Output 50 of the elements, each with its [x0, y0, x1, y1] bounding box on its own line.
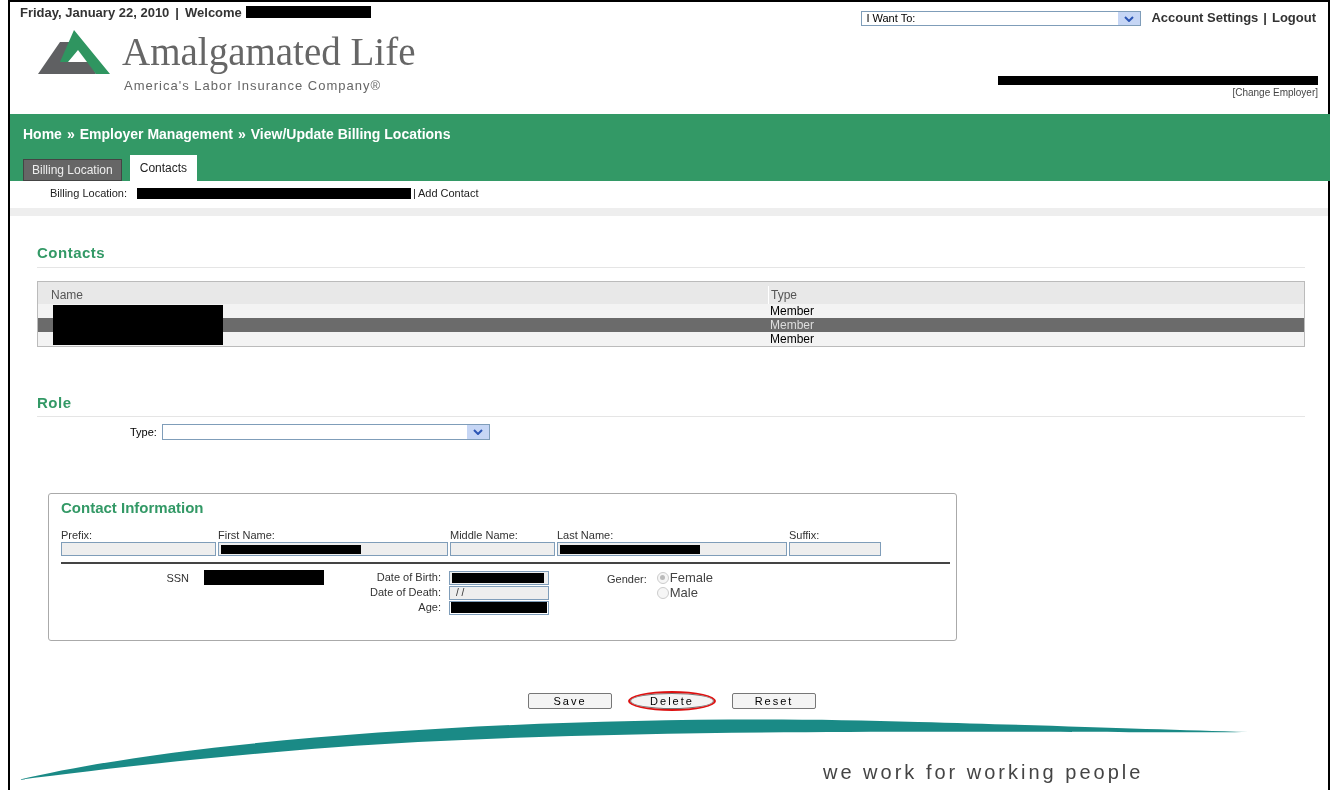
type-select[interactable] [161, 424, 490, 441]
separator-text: | [1263, 9, 1267, 27]
logo-name: Amalgamated Life [122, 30, 416, 74]
separator-text: | [175, 4, 179, 22]
age-label: Age: [418, 600, 441, 616]
i-want-to-select[interactable]: I Want To: [861, 11, 1142, 26]
column-header: Name [50, 286, 84, 304]
add-contact-link[interactable]: Add Contact [417, 184, 479, 202]
section-heading: Contact Information [61, 497, 205, 518]
tab[interactable]: Billing Location [23, 159, 122, 181]
field-label: Prefix: [61, 529, 94, 542]
action-button[interactable]: Delete [630, 692, 714, 709]
date-text: Friday, January 22, 2010 [20, 4, 170, 22]
footer-slogan: we work for working people [823, 760, 1144, 785]
gender-radio[interactable]: Female [656, 570, 714, 585]
billing-location-label: Billing Location: [50, 185, 128, 201]
separator-text: | [413, 185, 416, 201]
breadcrumb-link[interactable]: View/Update Billing Locations [250, 124, 451, 145]
column-header: Type [768, 285, 797, 304]
text-field[interactable] [557, 542, 787, 556]
change-employer-link[interactable]: [Change Employer] [1232, 85, 1318, 100]
field-label: First Name: [218, 529, 276, 542]
logout-link[interactable]: Logout [1271, 8, 1316, 28]
type-label: Type: [130, 425, 157, 440]
date-of-death-label: Date of Death: [370, 585, 441, 601]
ssn-label: SSN [166, 571, 189, 586]
action-button[interactable]: Save [528, 692, 612, 709]
gender-label: Gender: [607, 572, 647, 587]
section-heading: Contacts [37, 242, 1305, 268]
text-field[interactable] [218, 542, 448, 556]
welcome-text: Welcome [185, 4, 242, 22]
date-of-death-field[interactable]: / / [449, 585, 549, 600]
text-field[interactable] [450, 542, 555, 556]
breadcrumb-link[interactable]: Employer Management [79, 124, 233, 145]
action-button[interactable]: Reset [732, 692, 816, 709]
tab[interactable]: Contacts [129, 155, 198, 181]
text-field[interactable] [789, 542, 881, 556]
account-settings-link[interactable]: Account Settings [1151, 8, 1259, 28]
date-of-birth-label: Date of Birth: [376, 570, 441, 586]
breadcrumb-separator: » [66, 125, 75, 144]
gender-radio[interactable]: Male [656, 585, 714, 600]
field-label: Suffix: [789, 529, 821, 542]
section-heading: Role [37, 391, 1305, 417]
date-of-birth-field[interactable] [449, 570, 549, 585]
text-field[interactable] [61, 542, 216, 556]
breadcrumb-link[interactable]: Home [23, 124, 62, 145]
field-label: Last Name: [557, 529, 615, 542]
logo-tagline: America's Labor Insurance Company® [124, 77, 383, 95]
breadcrumb-separator: » [237, 125, 246, 144]
field-label: Middle Name: [450, 529, 519, 542]
